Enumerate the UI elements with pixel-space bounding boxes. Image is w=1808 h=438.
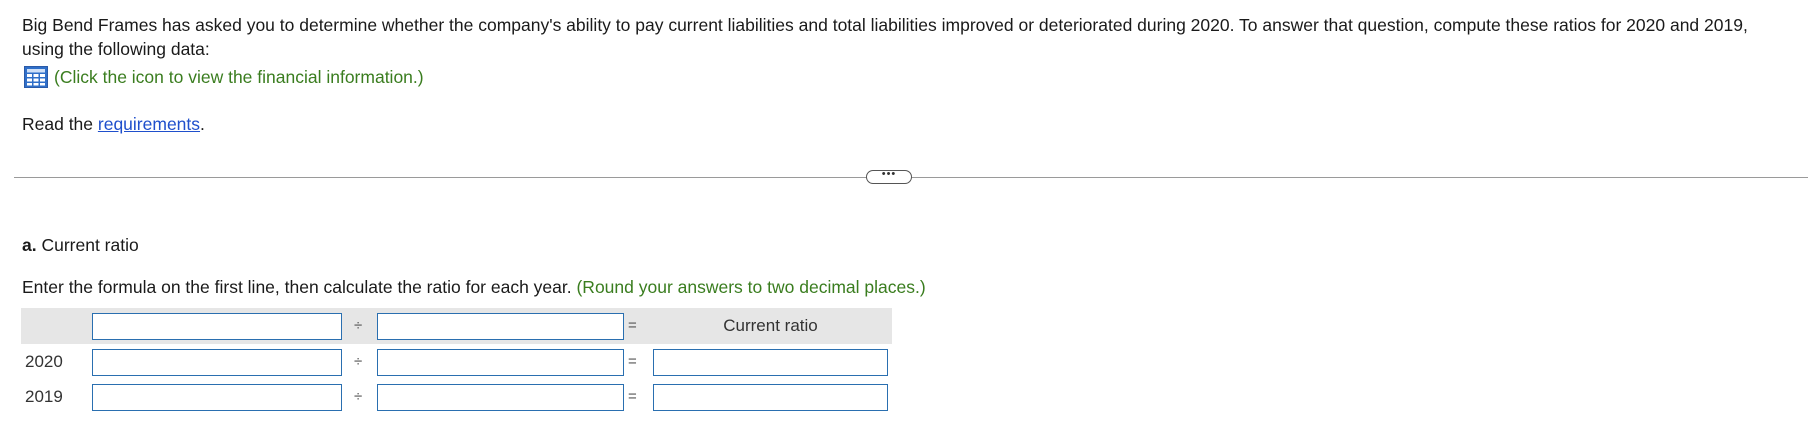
financial-info-link-text[interactable]: (Click the icon to view the financial in…: [54, 67, 424, 88]
equals-sign: =: [628, 317, 637, 334]
divide-sign: ÷: [354, 353, 363, 370]
numerator-input-2020[interactable]: [92, 349, 342, 376]
equals-sign: =: [628, 353, 637, 370]
result-input-2020[interactable]: [653, 349, 888, 376]
divide-sign: ÷: [354, 388, 363, 405]
table-icon[interactable]: [24, 66, 48, 88]
requirements-link[interactable]: requirements: [98, 114, 200, 134]
numerator-input-2019[interactable]: [92, 384, 342, 411]
divide-sign: ÷: [354, 317, 363, 334]
part-title: Current ratio: [36, 235, 139, 255]
result-header: Current ratio: [723, 316, 818, 335]
read-requirements: Read the requirements.: [22, 114, 205, 135]
rounding-hint: (Round your answers to two decimal place…: [576, 277, 926, 297]
year-label: 2020: [25, 352, 63, 371]
equals-sign: =: [628, 388, 637, 405]
denominator-input-2020[interactable]: [377, 349, 624, 376]
part-a-label: a. Current ratio: [22, 235, 139, 256]
table-row: 2020 ÷ =: [21, 344, 892, 379]
instruction-main: Enter the formula on the first line, the…: [22, 277, 577, 297]
expand-more-button[interactable]: •••: [866, 169, 912, 184]
current-ratio-table: ÷ = Current ratio 2020 ÷ = 2019 ÷ =: [21, 308, 892, 414]
instruction-text: Enter the formula on the first line, the…: [22, 277, 926, 298]
formula-row: ÷ = Current ratio: [21, 308, 892, 344]
part-letter: a.: [22, 235, 37, 255]
formula-numerator-input[interactable]: [92, 313, 342, 340]
table-row: 2019 ÷ =: [21, 379, 892, 414]
result-input-2019[interactable]: [653, 384, 888, 411]
financial-info-link[interactable]: (Click the icon to view the financial in…: [24, 65, 424, 89]
problem-intro: Big Bend Frames has asked you to determi…: [22, 15, 1748, 59]
read-suffix: .: [200, 114, 205, 134]
formula-denominator-input[interactable]: [377, 313, 624, 340]
read-prefix: Read the: [22, 114, 98, 134]
year-label: 2019: [25, 387, 63, 406]
denominator-input-2019[interactable]: [377, 384, 624, 411]
